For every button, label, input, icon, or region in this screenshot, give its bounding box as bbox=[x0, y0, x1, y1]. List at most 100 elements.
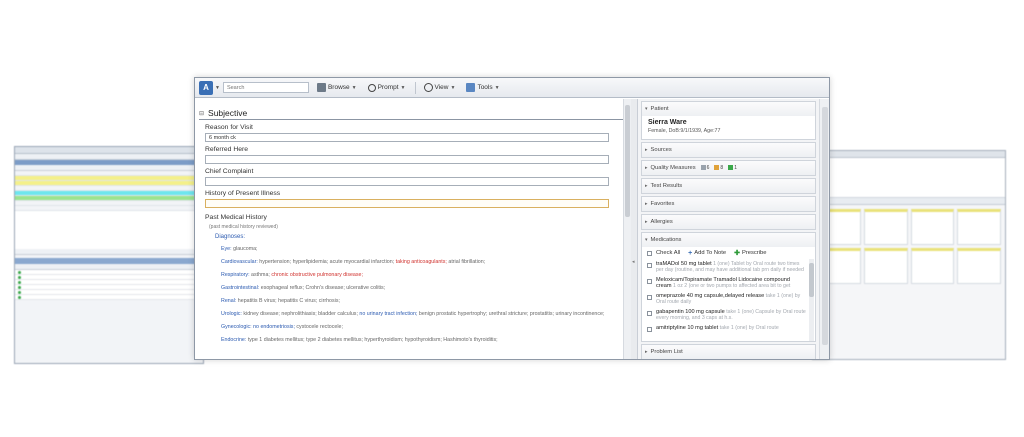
prompt-label: Prompt bbox=[377, 84, 399, 91]
checkbox[interactable] bbox=[647, 263, 652, 268]
note-scrollbar[interactable] bbox=[623, 99, 631, 359]
view-button[interactable]: View ▼ bbox=[423, 83, 459, 92]
prescribe-button[interactable]: ✚ Prescribe bbox=[734, 249, 766, 257]
chevron-down-icon: ▼ bbox=[450, 84, 456, 91]
patient-section: ▾ Patient Sierra Ware Female, DoB:9/1/19… bbox=[641, 101, 816, 140]
patient-header[interactable]: ▾ Patient bbox=[642, 102, 815, 116]
dx-eye[interactable]: Eye: glaucoma; bbox=[221, 245, 617, 253]
medication-item[interactable]: traMADol 50 mg tablet 1 (one) Tablet by … bbox=[642, 259, 807, 275]
medications-header[interactable]: ▾ Medications bbox=[642, 233, 815, 247]
tools-label: Tools bbox=[477, 84, 493, 91]
quality-measures-header[interactable]: ▸ Quality Measures 6 8 1 bbox=[642, 161, 815, 175]
browse-button[interactable]: Browse ▼ bbox=[316, 83, 360, 92]
sources-header[interactable]: ▸ Sources bbox=[642, 143, 815, 157]
favorites-header[interactable]: ▸ Favorites bbox=[642, 197, 815, 211]
dx-gastrointestinal[interactable]: Gastrointestinal: esophageal reflux; Cro… bbox=[221, 284, 617, 292]
dx-renal[interactable]: Renal: hepatitis B virus; hepatitis C vi… bbox=[221, 297, 617, 305]
test-results-section[interactable]: ▸ Test Results bbox=[641, 178, 816, 194]
medication-item[interactable]: gabapentin 100 mg capsule take 1 (one) C… bbox=[642, 307, 807, 323]
section-title: Subjective bbox=[208, 108, 248, 118]
problem-list-header[interactable]: ▸ Problem List bbox=[642, 345, 815, 359]
dx-system: Endocrine: bbox=[221, 337, 247, 343]
checkbox[interactable] bbox=[647, 295, 652, 300]
hpi-input[interactable] bbox=[205, 199, 609, 208]
checkbox[interactable] bbox=[647, 327, 652, 332]
dx-text: benign prostatic hypertrophy; urethral s… bbox=[418, 311, 555, 317]
bg-card bbox=[957, 209, 1001, 245]
dx-respiratory[interactable]: Respiratory: asthma; chronic obstructive… bbox=[221, 271, 617, 279]
chevron-down-icon: ▼ bbox=[351, 84, 357, 91]
medications-toolbar: Check All + Add To Note ✚ Prescribe bbox=[642, 247, 815, 259]
dx-cardiovascular[interactable]: Cardiovascular: hypertension; hyperlipid… bbox=[221, 258, 617, 266]
collapse-icon[interactable]: ⊟ bbox=[199, 110, 204, 117]
medication-sig: 1 oz 2 (one or two pumps to affected are… bbox=[673, 283, 791, 289]
chevron-right-icon: ▸ bbox=[645, 183, 648, 189]
medication-text: omeprazole 40 mg capsule,delayed release… bbox=[656, 293, 807, 305]
allergies-section[interactable]: ▸ Allergies bbox=[641, 214, 816, 230]
checkbox[interactable] bbox=[647, 311, 652, 316]
search-input[interactable] bbox=[222, 82, 309, 93]
sources-section[interactable]: ▸ Sources bbox=[641, 142, 816, 158]
favorites-section[interactable]: ▸ Favorites bbox=[641, 196, 816, 212]
dx-text: esophageal reflux; Crohn's disease; ulce… bbox=[260, 285, 386, 291]
background-schedule-window bbox=[14, 146, 204, 364]
allergies-header[interactable]: ▸ Allergies bbox=[642, 215, 815, 229]
medication-item[interactable]: Meloxicam/Topiramate Tramadol Lidocaine … bbox=[642, 275, 807, 291]
dx-text: asthma; bbox=[251, 272, 270, 278]
check-icon bbox=[728, 165, 734, 171]
chevron-down-icon: ▼ bbox=[494, 84, 500, 91]
bg-tab-bar bbox=[813, 198, 1005, 205]
medication-item[interactable]: omeprazole 40 mg capsule,delayed release… bbox=[642, 291, 807, 307]
scrollbar-thumb[interactable] bbox=[822, 107, 828, 345]
add-to-note-button[interactable]: + Add To Note bbox=[688, 250, 726, 257]
chevron-left-icon[interactable]: ◂ bbox=[632, 259, 635, 265]
dx-text: kidney disease; nephrolithiasis; bladder… bbox=[243, 311, 358, 317]
chief-complaint-input[interactable] bbox=[205, 177, 609, 186]
scrollbar-thumb[interactable] bbox=[809, 263, 814, 297]
medication-text: amitriptyline 10 mg tablet take 1 (one) … bbox=[656, 325, 779, 332]
referred-here-field: Referred Here bbox=[205, 146, 631, 164]
clinical-sidebar: ▾ Patient Sierra Ware Female, DoB:9/1/19… bbox=[637, 99, 819, 359]
sidebar-scrollbar[interactable] bbox=[819, 99, 829, 359]
count: 8 bbox=[720, 165, 724, 171]
quality-measures-section[interactable]: ▸ Quality Measures 6 8 1 bbox=[641, 160, 816, 176]
test-results-header[interactable]: ▸ Test Results bbox=[642, 179, 815, 193]
tools-button[interactable]: Tools ▼ bbox=[466, 83, 502, 92]
main-toolbar: A ▼ Browse ▼ Prompt ▼ View ▼ Tools ▼ bbox=[195, 78, 829, 98]
check-all-button[interactable]: Check All bbox=[647, 250, 680, 256]
bg-title-bar bbox=[15, 147, 203, 154]
referred-here-input[interactable] bbox=[205, 155, 609, 164]
dx-text: atrial fibrillation; bbox=[448, 259, 486, 265]
checkbox[interactable] bbox=[647, 250, 652, 256]
reason-for-visit-input[interactable]: 6 month ck bbox=[205, 133, 609, 142]
scrollbar-thumb[interactable] bbox=[625, 105, 630, 217]
section-label: Quality Measures bbox=[650, 165, 696, 171]
medication-name: amitriptyline 10 mg tablet bbox=[656, 325, 719, 331]
chevron-down-icon: ▾ bbox=[645, 237, 648, 243]
problem-list-section[interactable]: ▸ Problem List bbox=[641, 344, 816, 359]
dx-gynecologic[interactable]: Gynecologic: no endometriosis; cystocele… bbox=[221, 323, 617, 331]
count: 6 bbox=[706, 165, 710, 171]
bg-card bbox=[910, 209, 955, 245]
medication-item[interactable]: amitriptyline 10 mg tablet take 1 (one) … bbox=[642, 323, 807, 334]
toolbar-divider bbox=[414, 81, 416, 94]
chevron-right-icon: ▸ bbox=[645, 165, 648, 171]
chevron-down-icon[interactable]: ▼ bbox=[215, 85, 220, 91]
medication-scrollbar[interactable] bbox=[809, 259, 814, 341]
prompt-button[interactable]: Prompt ▼ bbox=[367, 83, 409, 92]
dx-text: hypertension; hyperlipidemia; acute myoc… bbox=[259, 259, 395, 265]
magnifier-icon bbox=[367, 83, 376, 92]
dx-urologic[interactable]: Urologic: kidney disease; nephrolithiasi… bbox=[221, 310, 617, 318]
dx-endocrine[interactable]: Endocrine: type 1 diabetes mellitus; typ… bbox=[221, 336, 617, 344]
plus-icon: ✚ bbox=[734, 250, 740, 257]
pmh-reviewed-note: (past medical history reviewed) bbox=[209, 224, 278, 230]
plus-icon: + bbox=[688, 249, 693, 257]
checkbox[interactable] bbox=[647, 279, 652, 284]
diagnoses-heading: Diagnoses: bbox=[215, 234, 246, 240]
patient-demographics: Female, DoB:9/1/1939, Age:77 bbox=[648, 128, 721, 134]
past-medical-history-label: Past Medical History bbox=[205, 214, 267, 221]
subjective-section-header[interactable]: ⊟ Subjective bbox=[199, 107, 623, 120]
count: 1 bbox=[734, 165, 737, 171]
app-menu-icon[interactable]: A bbox=[199, 80, 213, 95]
section-label: Test Results bbox=[650, 183, 683, 189]
